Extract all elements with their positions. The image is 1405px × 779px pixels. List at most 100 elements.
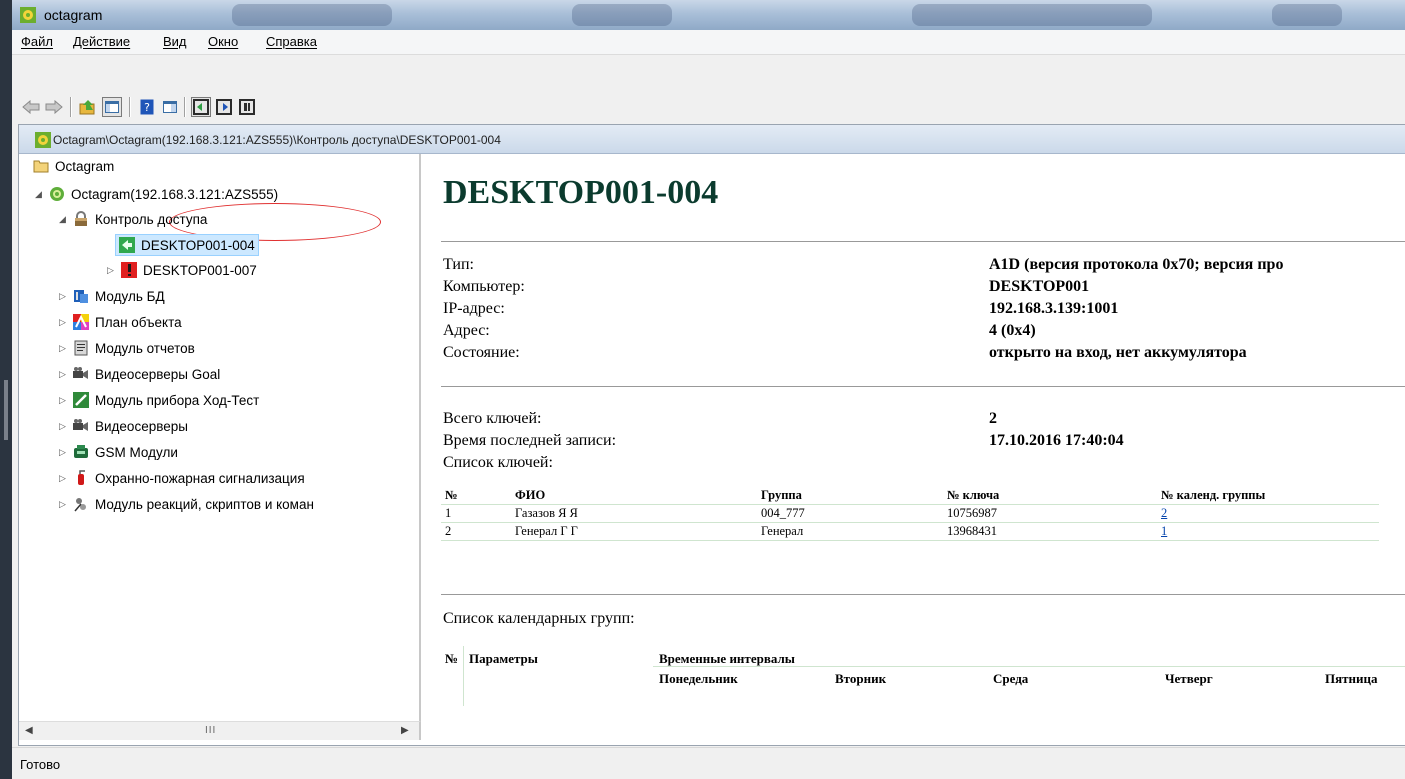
tree-module-video-goal[interactable]: Видеосерверы Goal	[73, 364, 220, 384]
expand-arrow-icon[interactable]: ▷	[59, 473, 66, 484]
navigation-tree: Octagram ◢ Octagram(192.168.3.121:AZS555…	[19, 154, 421, 721]
table-row: 2 Генерал Г Г Генерал 13968431 1	[441, 522, 1379, 541]
toolbar-separator	[129, 97, 131, 117]
folder-icon	[33, 160, 49, 173]
tree-root-label: Octagram	[55, 158, 115, 174]
tree-module-label: Модуль БД	[95, 288, 165, 304]
collapse-arrow-icon[interactable]: ◢	[35, 189, 42, 200]
tree-module-label: Видеосерверы	[95, 418, 188, 434]
tree-module-label: Охранно-пожарная сигнализация	[95, 470, 305, 486]
cell: Газазов Я Я	[511, 504, 757, 523]
back-button[interactable]	[21, 97, 41, 117]
divider	[441, 241, 1405, 242]
open-door-button[interactable]	[191, 97, 211, 117]
info-label: Тип:	[443, 256, 474, 273]
gsm-modem-icon	[74, 445, 88, 458]
tree-module-hodtest[interactable]: Модуль прибора Ход-Тест	[73, 390, 259, 410]
properties-button[interactable]	[160, 97, 180, 117]
info-label: Адрес:	[443, 322, 490, 339]
total-keys-value: 2	[989, 410, 997, 427]
scroll-left-icon[interactable]: ◀	[25, 725, 33, 736]
expand-arrow-icon[interactable]: ▷	[59, 447, 66, 458]
report-icon	[74, 340, 88, 356]
detail-panel: DESKTOP001-004 Тип: A1D (версия протокол…	[421, 154, 1405, 745]
tree-module-fire-alarm[interactable]: Охранно-пожарная сигнализация	[73, 468, 305, 488]
scroll-right-icon[interactable]: ▶	[401, 725, 409, 736]
divider	[441, 386, 1405, 387]
collapse-arrow-icon[interactable]: ◢	[59, 214, 66, 225]
expand-arrow-icon[interactable]: ▷	[59, 395, 66, 406]
last-record-label: Время последней записи:	[443, 432, 617, 449]
toolbar-separator	[70, 97, 72, 117]
help-button[interactable]: ?	[137, 97, 157, 117]
title-blur	[232, 4, 392, 26]
info-label: IP-адрес:	[443, 300, 505, 317]
cell: Генерал Г Г	[511, 522, 757, 541]
expand-arrow-icon[interactable]: ▷	[59, 291, 66, 302]
expand-arrow-icon[interactable]: ▷	[59, 343, 66, 354]
tree-module-reports[interactable]: Модуль отчетов	[73, 338, 195, 358]
close-door-button[interactable]	[214, 97, 234, 117]
tree-module-video[interactable]: Видеосерверы	[73, 416, 188, 436]
tree-device-other[interactable]: DESKTOP001-007	[121, 260, 257, 280]
cell: 004_777	[757, 504, 943, 523]
menu-file[interactable]: Файл	[21, 34, 53, 49]
tree-module-reactions[interactable]: Модуль реакций, скриптов и коман	[73, 494, 314, 514]
divider	[441, 594, 1405, 595]
tree-module-gsm[interactable]: GSM Модули	[73, 442, 178, 462]
up-folder-button[interactable]	[78, 97, 98, 117]
toolbar: ?	[12, 55, 1405, 121]
info-value: 192.168.3.139:1001	[989, 300, 1119, 317]
block-door-button[interactable]	[237, 97, 257, 117]
tree-root[interactable]: Octagram	[33, 156, 114, 176]
info-label: Состояние:	[443, 344, 520, 361]
cell: Генерал	[757, 522, 943, 541]
keys-table-header: № ФИО Группа № ключа № календ. группы	[441, 487, 1379, 505]
calendar-group-link[interactable]: 1	[1157, 522, 1379, 541]
calendar-column-header: №	[445, 651, 459, 666]
alarm-icon	[121, 262, 137, 278]
info-value: DESKTOP001	[989, 278, 1090, 295]
tree-access-control[interactable]: Контроль доступа	[73, 209, 207, 229]
menu-help[interactable]: Справка	[266, 34, 317, 49]
menu-view[interactable]: Вид	[163, 34, 187, 49]
calendar-list-label: Список календарных групп:	[443, 610, 635, 627]
column-header: Группа	[757, 487, 943, 505]
device-tester-icon	[73, 392, 89, 408]
expand-arrow-icon[interactable]: ▷	[59, 499, 66, 510]
expand-arrow-icon[interactable]: ▷	[107, 265, 114, 276]
expand-arrow-icon[interactable]: ▷	[59, 317, 66, 328]
app-icon	[35, 132, 51, 148]
show-tree-button[interactable]	[102, 97, 122, 117]
main-window: octagram Файл Действие Вид Окно Справка …	[12, 0, 1405, 779]
tree-module-label: Модуль прибора Ход-Тест	[95, 392, 260, 408]
menu-action[interactable]: Действие	[73, 34, 130, 49]
child-window-title-bar[interactable]: Octagram\Octagram(192.168.3.121:AZS555)\…	[19, 125, 1405, 154]
tree-horizontal-scrollbar[interactable]: ◀ III ▶	[19, 721, 421, 740]
expand-arrow-icon[interactable]: ▷	[59, 421, 66, 432]
grid-line	[463, 646, 464, 706]
tree-access-control-label: Контроль доступа	[95, 211, 208, 227]
tree-server[interactable]: Octagram(192.168.3.121:AZS555)	[49, 184, 278, 204]
door-block-icon	[239, 99, 255, 115]
fire-extinguisher-icon	[78, 470, 85, 485]
floor-plan-icon	[73, 314, 89, 330]
app-icon	[20, 7, 36, 23]
expand-arrow-icon[interactable]: ▷	[59, 369, 66, 380]
database-icon	[74, 290, 88, 303]
key-list-label: Список ключей:	[443, 454, 553, 471]
cell: 1	[441, 504, 511, 523]
tree-module-db[interactable]: Модуль БД	[73, 286, 165, 306]
info-value: 4 (0x4)	[989, 322, 1036, 339]
tree-server-label: Octagram(192.168.3.121:AZS555)	[71, 186, 279, 202]
tree-module-plan[interactable]: План объекта	[73, 312, 182, 332]
forward-button[interactable]	[44, 97, 64, 117]
menu-window[interactable]: Окно	[208, 34, 238, 49]
title-bar[interactable]: octagram	[12, 0, 1405, 30]
tree-pane-icon	[105, 101, 119, 113]
scroll-grip[interactable]: III	[205, 725, 216, 736]
desktop-edge	[0, 0, 12, 778]
status-bar: Готово	[12, 747, 1405, 779]
tree-device-selected[interactable]: DESKTOP001-004	[115, 234, 259, 256]
calendar-group-link[interactable]: 2	[1157, 504, 1379, 523]
